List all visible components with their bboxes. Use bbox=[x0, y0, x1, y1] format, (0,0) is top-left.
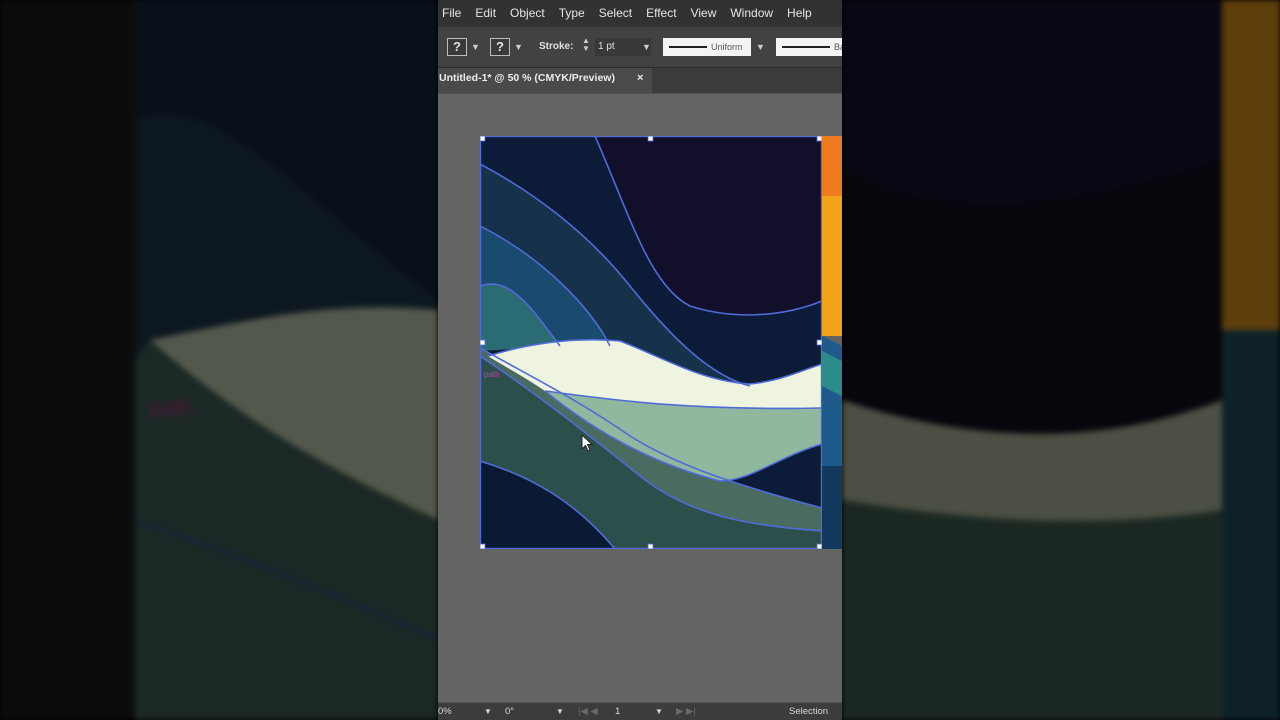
stroke-weight-spinner-icon[interactable]: ▲ ▼ bbox=[580, 37, 592, 55]
fill-swatch[interactable]: ? bbox=[447, 38, 467, 56]
zoom-level[interactable]: 0% bbox=[438, 706, 452, 718]
menu-edit[interactable]: Edit bbox=[468, 0, 503, 27]
brush-label: Ba bbox=[834, 42, 842, 52]
illustrator-window: File Edit Object Type Select Effect View… bbox=[438, 0, 842, 720]
document-tab-bar: Untitled-1* @ 50 % (CMYK/Preview) × bbox=[438, 68, 842, 93]
document-tab[interactable]: Untitled-1* @ 50 % (CMYK/Preview) × bbox=[438, 68, 652, 93]
artboard[interactable]: path bbox=[480, 136, 822, 549]
current-tool-label[interactable]: Selection bbox=[789, 706, 828, 718]
stroke-label[interactable]: Stroke: bbox=[539, 38, 573, 56]
artboard-number[interactable]: 1 bbox=[615, 706, 620, 718]
menu-object[interactable]: Object bbox=[503, 0, 552, 27]
variable-width-profile[interactable]: Uniform bbox=[663, 38, 751, 56]
zoom-dropdown-icon[interactable]: ▼ bbox=[484, 706, 492, 718]
blurred-path-hint: path bbox=[150, 395, 193, 420]
fill-dropdown-icon[interactable]: ▼ bbox=[471, 38, 480, 56]
close-tab-icon[interactable]: × bbox=[637, 68, 643, 88]
blurred-background-left: path bbox=[0, 0, 438, 720]
path-smart-guide-label: path bbox=[484, 370, 500, 379]
blurred-artwork-right bbox=[842, 0, 1280, 720]
artboard-nav-first-prev-icon[interactable]: |◀ ◀ bbox=[578, 706, 598, 718]
rotation-dropdown-icon[interactable]: ▼ bbox=[556, 706, 564, 718]
stroke-dropdown-icon[interactable]: ▼ bbox=[514, 38, 523, 56]
menu-bar: File Edit Object Type Select Effect View… bbox=[438, 0, 842, 27]
menu-select[interactable]: Select bbox=[592, 0, 639, 27]
menu-type[interactable]: Type bbox=[552, 0, 592, 27]
rotation-value[interactable]: 0° bbox=[505, 706, 514, 718]
menu-file[interactable]: File bbox=[438, 0, 468, 27]
canvas-area[interactable]: path bbox=[438, 94, 842, 702]
menu-window[interactable]: Window bbox=[723, 0, 780, 27]
brush-line-icon bbox=[782, 46, 830, 48]
menu-help[interactable]: Help bbox=[780, 0, 819, 27]
brush-definition[interactable]: Ba bbox=[776, 38, 842, 56]
profile-label: Uniform bbox=[711, 42, 743, 52]
control-bar: ? ▼ ? ▼ Stroke: ▲▼ 1 pt ▼ Uniform ▼ Ba bbox=[438, 27, 842, 68]
status-bar: 0% ▼ 0° ▼ |◀ ◀ 1 ▼ ▶ ▶| Selection bbox=[438, 703, 842, 720]
menu-view[interactable]: View bbox=[684, 0, 724, 27]
artboard-nav-next-last-icon[interactable]: ▶ ▶| bbox=[676, 706, 696, 718]
blurred-artwork-left: path bbox=[0, 0, 438, 720]
stroke-swatch[interactable]: ? bbox=[490, 38, 510, 56]
profile-line-icon bbox=[669, 46, 707, 48]
blurred-background-right bbox=[842, 0, 1280, 720]
mouse-cursor-icon bbox=[581, 434, 594, 452]
stroke-weight-dropdown-icon[interactable]: ▼ bbox=[642, 38, 651, 56]
profile-dropdown-icon[interactable]: ▼ bbox=[756, 38, 765, 56]
adjacent-artboard-edge bbox=[822, 136, 842, 549]
menu-effect[interactable]: Effect bbox=[639, 0, 683, 27]
artboard-dropdown-icon[interactable]: ▼ bbox=[655, 706, 663, 718]
document-tab-title: Untitled-1* @ 50 % (CMYK/Preview) bbox=[439, 72, 615, 84]
